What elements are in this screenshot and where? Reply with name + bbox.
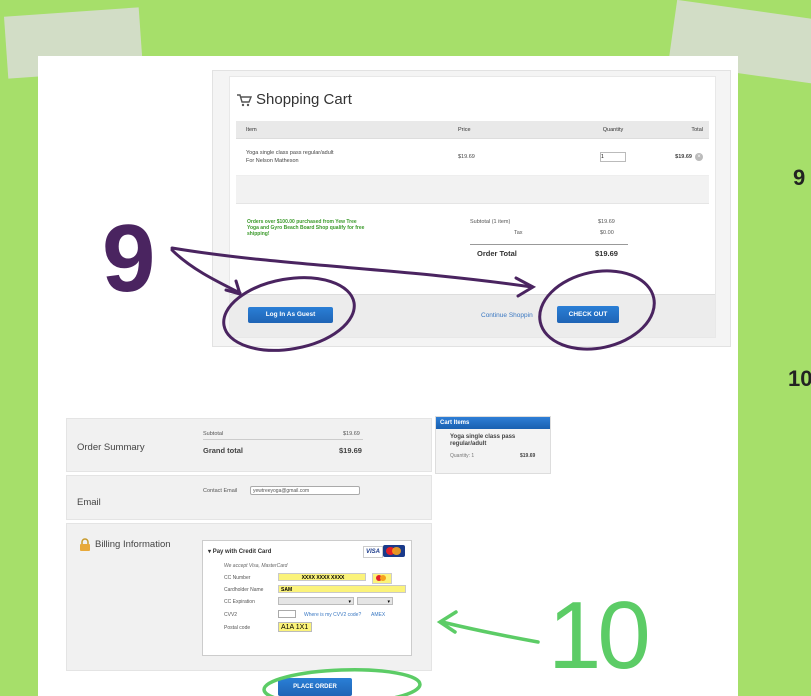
place-order-circle bbox=[262, 668, 422, 696]
checkout-button-circle bbox=[538, 269, 656, 351]
guest-button-circle bbox=[222, 276, 356, 352]
annotation-overlay bbox=[170, 246, 656, 696]
arrow-to-checkout bbox=[170, 246, 534, 289]
